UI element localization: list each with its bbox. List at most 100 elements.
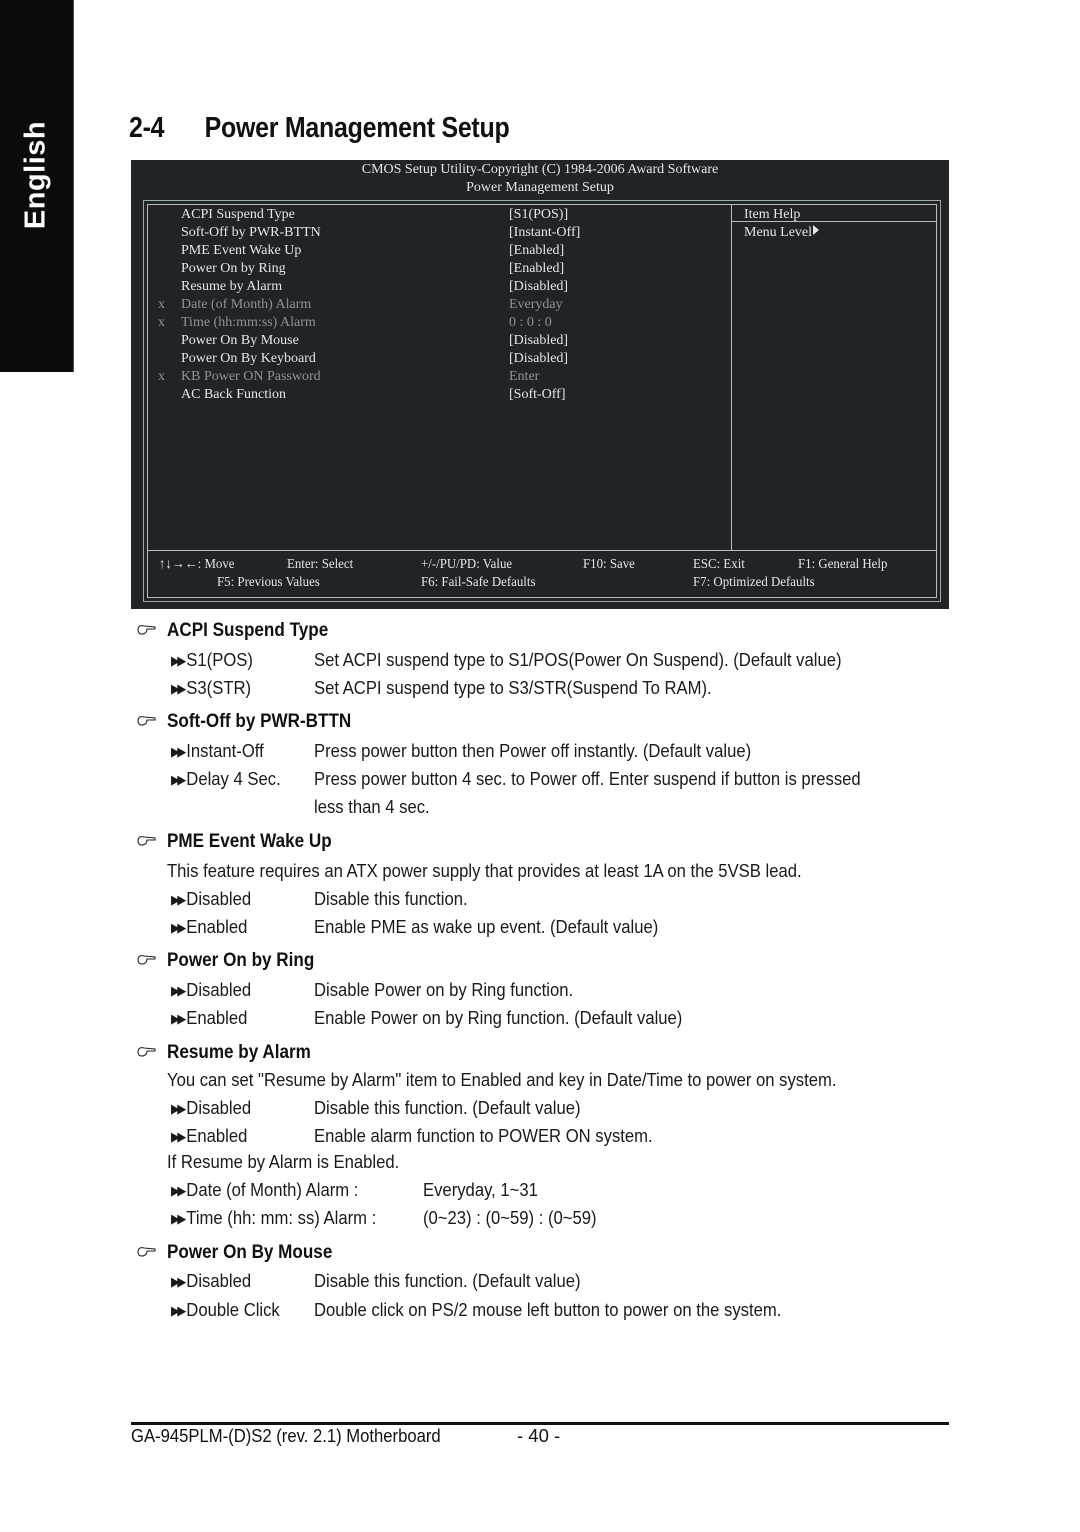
option-name: ▶▶ Instant-Off xyxy=(171,740,264,761)
double-arrow-icon: ▶▶ xyxy=(171,1303,186,1318)
option-name: ▶▶ S1(POS) xyxy=(171,649,253,670)
setting-value[interactable]: [Enabled] xyxy=(509,260,564,278)
section-heading-ring: Power On by Ring xyxy=(167,950,315,971)
option-name: ▶▶ Double Click xyxy=(171,1299,280,1320)
option-name: ▶▶ Enabled xyxy=(171,916,248,937)
setting-value[interactable]: [Disabled] xyxy=(509,332,568,350)
option-description: Disable this function. xyxy=(314,888,468,909)
section-heading-softoff: Soft-Off by PWR-BTTN xyxy=(167,711,352,732)
menu-level-label: Menu Level xyxy=(744,225,813,240)
double-arrow-icon: ▶▶ xyxy=(171,983,186,998)
bios-setting-row: x Date (of Month) Alarm Everyday xyxy=(148,296,731,314)
unavailable-mark: x xyxy=(158,369,165,384)
bios-settings-list: ACPI Suspend Type [S1(POS)] Soft-Off by PW… xyxy=(148,206,731,404)
bios-setting-row[interactable]: Resume by Alarm [Disabled] xyxy=(148,278,731,296)
key-value: +/-/PU/PD: Value xyxy=(421,557,513,572)
key-enter: Enter: Select xyxy=(287,557,354,572)
section-number: 2-4 xyxy=(129,112,165,144)
divider xyxy=(148,550,936,551)
double-arrow-icon: ▶▶ xyxy=(171,744,186,759)
option-description: Double click on PS/2 mouse left button t… xyxy=(314,1299,782,1320)
option-name: ▶▶ Disabled xyxy=(171,1270,252,1291)
bios-setting-row: x KB Power ON Password Enter xyxy=(148,368,731,386)
pointing-hand-icon xyxy=(137,1047,156,1057)
key-move: ↑↓→←: Move xyxy=(159,557,235,572)
setting-label: Date (of Month) Alarm xyxy=(181,297,312,312)
bios-setting-row[interactable]: ACPI Suspend Type [S1(POS)] xyxy=(148,206,731,224)
setting-value[interactable]: [S1(POS)] xyxy=(509,206,568,224)
setting-label: PME Event Wake Up xyxy=(181,243,302,258)
option-name: ▶▶ S3(STR) xyxy=(171,677,252,698)
bios-setting-row[interactable]: Power On by Ring [Enabled] xyxy=(148,260,731,278)
double-arrow-icon: ▶▶ xyxy=(171,1183,186,1198)
setting-value: Enter xyxy=(509,369,540,384)
bios-setting-row[interactable]: Power On By Mouse [Disabled] xyxy=(148,332,731,350)
double-arrow-icon: ▶▶ xyxy=(171,1101,186,1116)
bios-setting-row: x Time (hh:mm:ss) Alarm 0 : 0 : 0 xyxy=(148,314,731,332)
pointing-hand-icon xyxy=(137,1247,156,1257)
setting-value[interactable]: [Disabled] xyxy=(509,278,568,296)
setting-value: 0 : 0 : 0 xyxy=(509,315,552,330)
setting-label: Power On By Keyboard xyxy=(181,351,316,366)
option-description: Enable PME as wake up event. (Default va… xyxy=(314,916,659,937)
key-save: F10: Save xyxy=(583,557,635,572)
option-description: Disable this function. (Default value) xyxy=(314,1270,581,1291)
double-arrow-icon: ▶▶ xyxy=(171,681,186,696)
pointing-hand-icon xyxy=(137,716,156,726)
bios-setting-row[interactable]: Power On By Keyboard [Disabled] xyxy=(148,350,731,368)
setting-value[interactable]: [Soft-Off] xyxy=(509,386,566,404)
setting-label: Power On By Mouse xyxy=(181,333,299,348)
option-name: ▶▶ Disabled xyxy=(171,1097,252,1118)
section-heading-acpi: ACPI Suspend Type xyxy=(167,620,329,641)
option-description: Enable alarm function to POWER ON system… xyxy=(314,1125,653,1146)
triangle-right-icon xyxy=(813,225,820,235)
setting-label: Power On by Ring xyxy=(181,261,286,276)
option-name: ▶▶ Enabled xyxy=(171,1125,248,1146)
menu-level-indicator: Menu Level xyxy=(744,224,820,242)
language-side-tab: English xyxy=(0,0,74,372)
option-description-cont: less than 4 sec. xyxy=(314,796,430,817)
key-general-help: F1: General Help xyxy=(798,557,888,572)
section-heading-mouse: Power On By Mouse xyxy=(167,1242,333,1263)
option-name: ▶▶ Delay 4 Sec. xyxy=(171,768,281,789)
option-description: Everyday, 1~31 xyxy=(423,1179,538,1200)
setting-value[interactable]: [Instant-Off] xyxy=(509,224,580,242)
section-intro: You can set "Resume by Alarm" item to En… xyxy=(167,1069,837,1090)
option-description: Set ACPI suspend type to S3/STR(Suspend … xyxy=(314,677,712,698)
key-failsafe-defaults: F6: Fail-Safe Defaults xyxy=(421,575,536,590)
bios-setting-row[interactable]: AC Back Function [Soft-Off] xyxy=(148,386,731,404)
option-name: ▶▶ Time (hh: mm: ss) Alarm : xyxy=(171,1207,377,1228)
pointing-hand-icon xyxy=(137,955,156,965)
divider xyxy=(731,205,732,550)
setting-value: Everyday xyxy=(509,297,563,312)
double-arrow-icon: ▶▶ xyxy=(171,1211,186,1226)
option-description: Disable Power on by Ring function. xyxy=(314,979,574,1000)
key-optimized-defaults: F7: Optimized Defaults xyxy=(693,575,815,590)
option-description: Set ACPI suspend type to S1/POS(Power On… xyxy=(314,649,842,670)
footer-model-name: GA-945PLM-(D)S2 (rev. 2.1) Motherboard xyxy=(131,1425,441,1446)
setting-label: KB Power ON Password xyxy=(181,369,321,384)
key-previous-values: F5: Previous Values xyxy=(217,575,320,590)
section-intro: This feature requires an ATX power suppl… xyxy=(167,860,802,881)
double-arrow-icon: ▶▶ xyxy=(171,892,186,907)
bios-setting-row[interactable]: Soft-Off by PWR-BTTN [Instant-Off] xyxy=(148,224,731,242)
double-arrow-icon: ▶▶ xyxy=(171,653,186,668)
double-arrow-icon: ▶▶ xyxy=(171,920,186,935)
setting-value[interactable]: [Enabled] xyxy=(509,242,564,260)
option-name: ▶▶ Date (of Month) Alarm : xyxy=(171,1179,359,1200)
item-help-title: Item Help xyxy=(744,207,801,222)
option-description: Disable this function. (Default value) xyxy=(314,1097,581,1118)
option-description: (0~23) : (0~59) : (0~59) xyxy=(423,1207,597,1228)
page-number: - 40 - xyxy=(517,1425,561,1446)
option-description: Press power button then Power off instan… xyxy=(314,740,752,761)
option-description: Enable Power on by Ring function. (Defau… xyxy=(314,1007,683,1028)
section-heading-pme: PME Event Wake Up xyxy=(167,831,332,852)
bios-key-legend: ↑↓→←: Move Enter: Select +/-/PU/PD: Valu… xyxy=(148,555,936,595)
bios-copyright: CMOS Setup Utility-Copyright (C) 1984-20… xyxy=(361,162,719,177)
bios-setting-row[interactable]: PME Event Wake Up [Enabled] xyxy=(148,242,731,260)
section-note: If Resume by Alarm is Enabled. xyxy=(167,1151,400,1172)
setting-label: Soft-Off by PWR-BTTN xyxy=(181,225,321,240)
setting-value[interactable]: [Disabled] xyxy=(509,350,568,368)
bios-frame: ACPI Suspend Type [S1(POS)] Soft-Off by PW… xyxy=(143,200,941,602)
page-title: 2-4 Power Management Setup xyxy=(129,112,510,145)
